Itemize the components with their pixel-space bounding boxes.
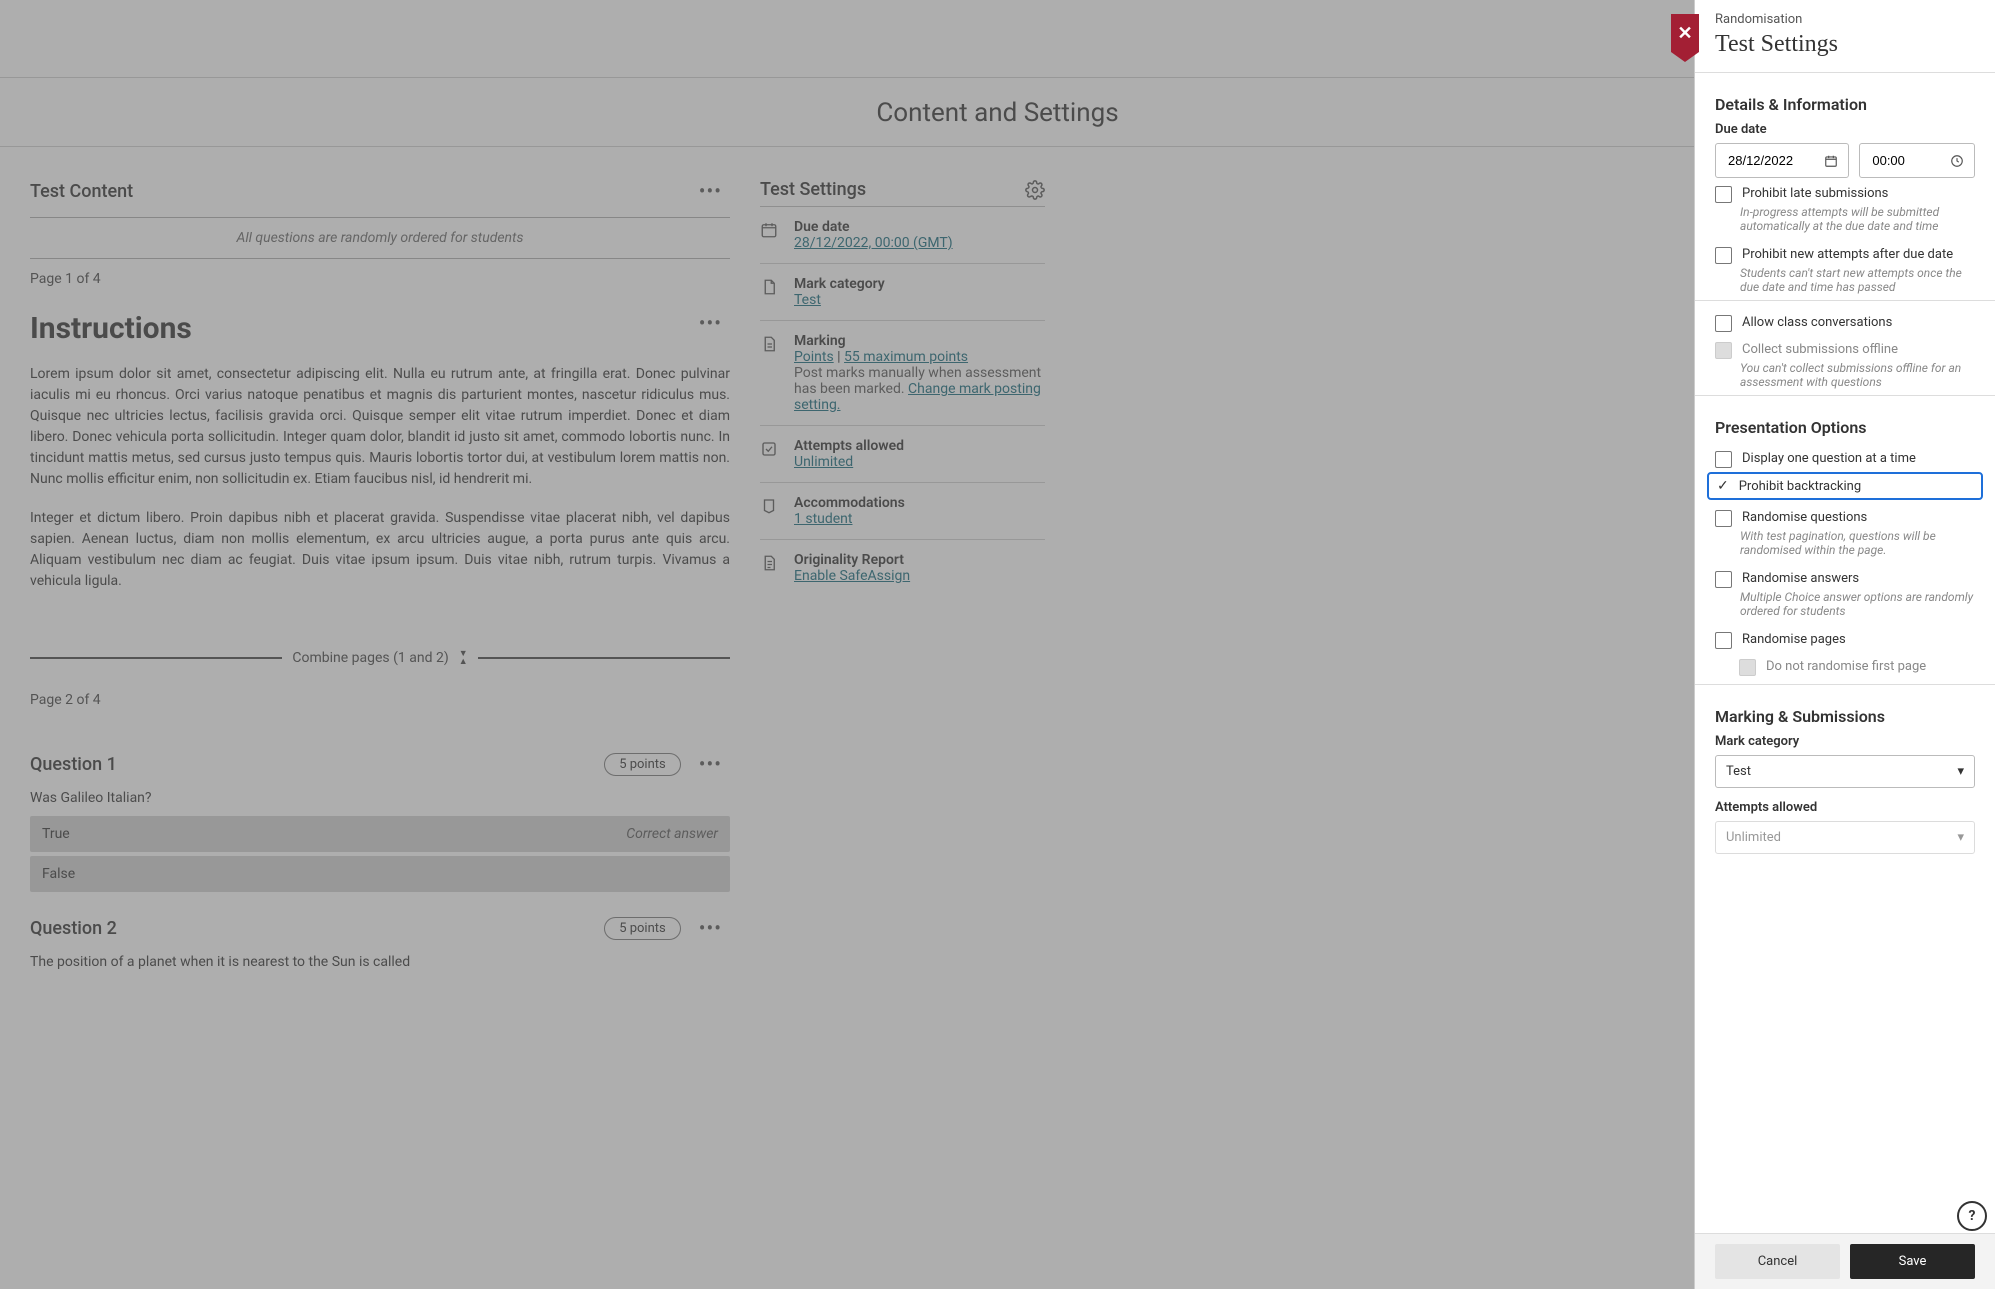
mark-category-select[interactable]: Test ▾	[1715, 755, 1975, 788]
panel-breadcrumb: Randomisation	[1715, 12, 1975, 27]
randomise-pages-checkbox[interactable]: Randomise pages	[1715, 624, 1975, 651]
chevron-down-icon: ▾	[1957, 764, 1964, 779]
due-date-label: Due date	[1715, 122, 1975, 137]
mark-category-label: Mark category	[1715, 734, 1975, 749]
marking-section-heading: Marking & Submissions	[1715, 707, 1975, 726]
display-one-checkbox[interactable]: Display one question at a time	[1715, 443, 1975, 470]
presentation-section-heading: Presentation Options	[1715, 418, 1975, 437]
panel-title: Test Settings	[1715, 31, 1975, 58]
randomise-answers-help: Multiple Choice answer options are rando…	[1740, 590, 1975, 618]
attempts-allowed-select[interactable]: Unlimited ▾	[1715, 821, 1975, 854]
attempts-allowed-label: Attempts allowed	[1715, 800, 1975, 815]
close-icon[interactable]: ✕	[1671, 14, 1699, 52]
randomise-questions-help: With test pagination, questions will be …	[1740, 529, 1975, 557]
save-button[interactable]: Save	[1850, 1244, 1975, 1279]
calendar-icon[interactable]	[1824, 154, 1838, 168]
clock-icon[interactable]	[1950, 154, 1964, 168]
prohibit-backtracking-checkbox[interactable]: ✓ Prohibit backtracking	[1707, 472, 1983, 500]
details-section-heading: Details & Information	[1715, 95, 1975, 114]
help-icon[interactable]: ?	[1957, 1201, 1987, 1231]
no-randomise-first-checkbox: Do not randomise first page	[1715, 651, 1975, 678]
prohibit-late-checkbox[interactable]: Prohibit late submissions	[1715, 178, 1975, 205]
due-time-input[interactable]	[1859, 143, 1975, 178]
prohibit-late-help: In-progress attempts will be submitted a…	[1740, 205, 1975, 233]
collect-offline-help: You can't collect submissions offline fo…	[1740, 361, 1975, 389]
cancel-button[interactable]: Cancel	[1715, 1244, 1840, 1279]
prohibit-new-help: Students can't start new attempts once t…	[1740, 266, 1975, 294]
prohibit-new-checkbox[interactable]: Prohibit new attempts after due date	[1715, 239, 1975, 266]
collect-offline-checkbox: Collect submissions offline	[1715, 334, 1975, 361]
chevron-down-icon: ▾	[1957, 830, 1964, 845]
randomise-answers-checkbox[interactable]: Randomise answers	[1715, 563, 1975, 590]
due-date-input[interactable]	[1715, 143, 1849, 178]
allow-conversations-checkbox[interactable]: Allow class conversations	[1715, 307, 1975, 334]
randomise-questions-checkbox[interactable]: Randomise questions	[1715, 502, 1975, 529]
